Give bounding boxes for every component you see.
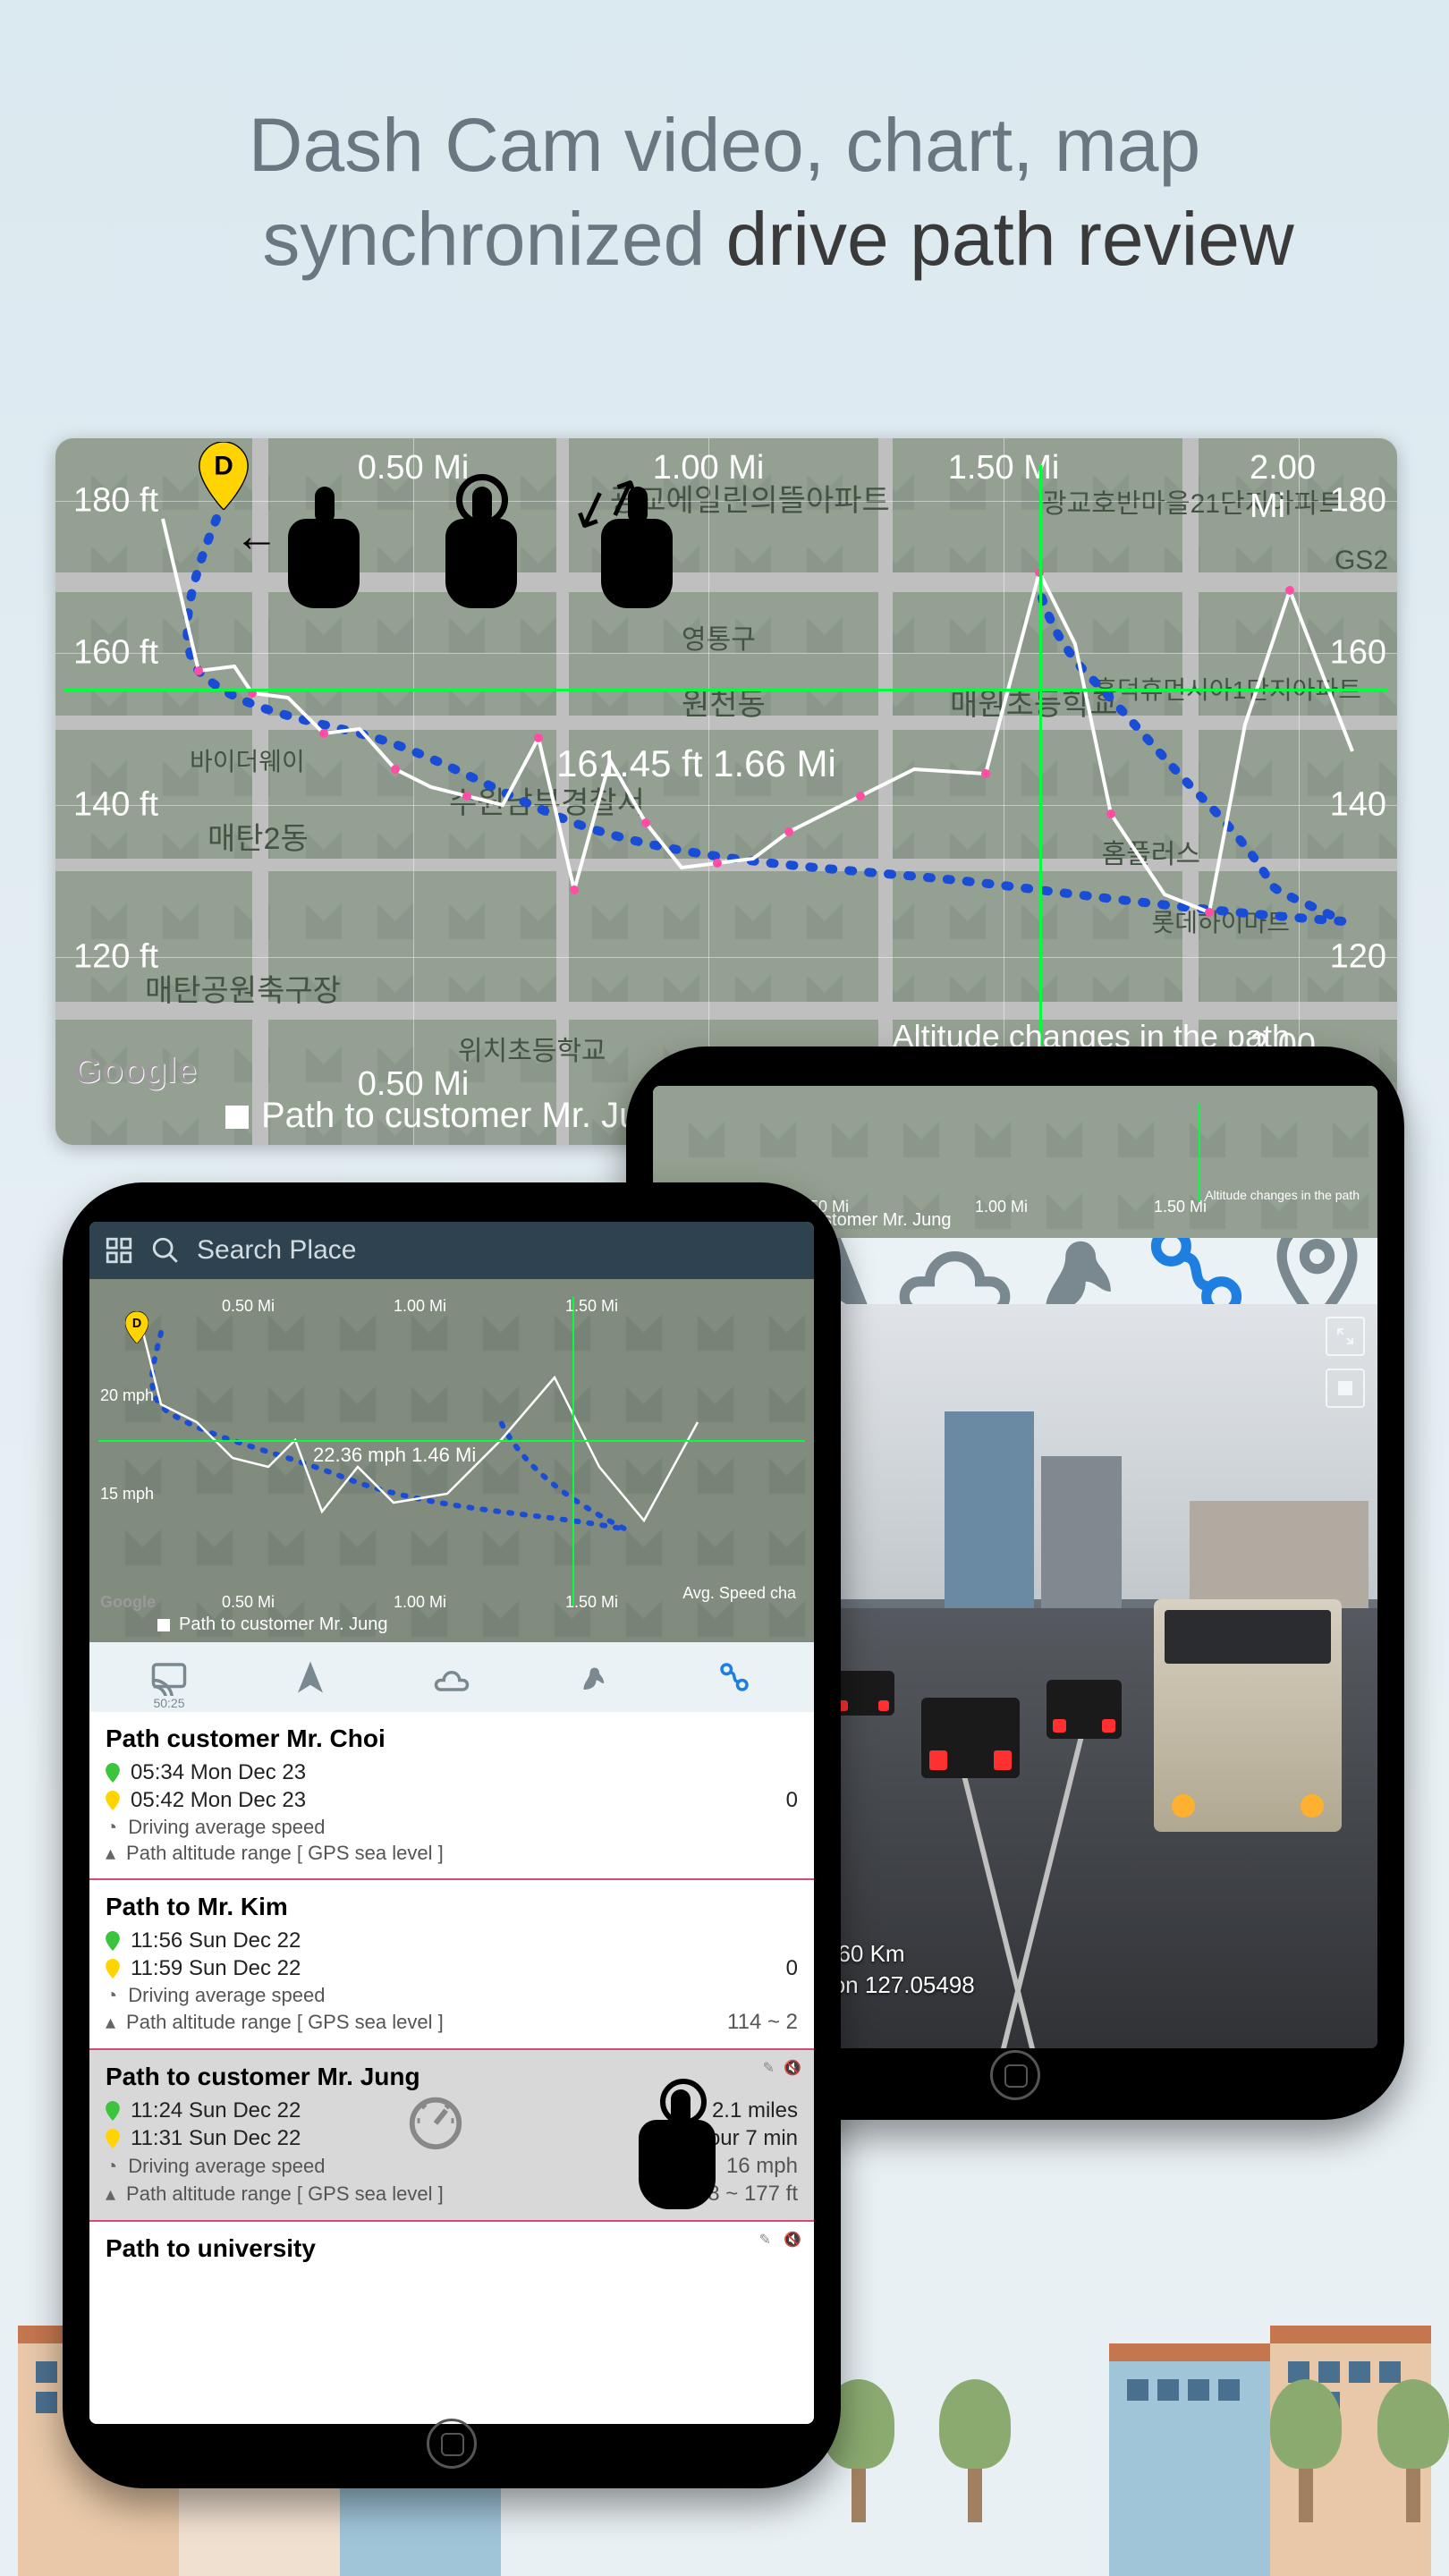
chart-cursor-horizontal[interactable] <box>64 689 1388 691</box>
avg-speed-value: 16 mph <box>726 2154 798 2179</box>
svg-text:D: D <box>214 452 233 481</box>
edit-icon[interactable]: ✎ <box>759 2231 771 2249</box>
gesture-tap-icon <box>639 2079 716 2209</box>
altitude-chart-panel[interactable]: 광교에일린의뜰아파트 광교호반마을21단지아파트 원천동 매원초등학교 수원남부… <box>55 438 1397 1145</box>
gesture-pan-icon: ← → <box>288 519 360 608</box>
google-logo: Google <box>73 1051 197 1091</box>
alt-range-value: 114 ~ 2 <box>727 2010 798 2035</box>
search-input[interactable]: Search Place <box>197 1235 356 1266</box>
path-start-time: 11:24 Sun Dec 22 <box>131 2098 301 2123</box>
navigation-icon[interactable] <box>292 1658 329 1696</box>
home-button[interactable] <box>990 2050 1040 2100</box>
path-start-time: 11:56 Sun Dec 22 <box>131 1928 301 1953</box>
path-duration-stub: 0 <box>786 1788 798 1813</box>
speedometer-icon: ◔ <box>106 1984 117 2007</box>
path-title: Path to university <box>106 2234 798 2263</box>
search-icon[interactable] <box>150 1235 181 1266</box>
mini-cursor-label: 22.36 mph 1.46 Mi <box>313 1444 476 1467</box>
edit-icon[interactable]: ✎ <box>763 2059 775 2077</box>
gesture-tap-icon <box>445 519 517 608</box>
cursor-v[interactable] <box>572 1297 574 1606</box>
pin-start-icon <box>106 2101 120 2121</box>
y-tick: 15 mph <box>100 1485 154 1504</box>
speedometer-icon: ◔ <box>106 2155 117 2178</box>
x-tick: 1.00 Mi <box>394 1593 446 1612</box>
pin-destination-icon: D <box>125 1311 148 1343</box>
alt-range-label: Path altitude range [ GPS sea level ] <box>126 2182 444 2206</box>
headline-line2-pre: synchronized <box>262 197 725 281</box>
video-expand-icon[interactable] <box>1326 1317 1365 1356</box>
home-button[interactable] <box>427 2419 477 2469</box>
toolbar: 50:25 <box>89 1642 814 1712</box>
mini-note: Altitude changes in the path <box>1205 1188 1360 1202</box>
path-item[interactable]: Path customer Mr. Choi 05:34 Mon Dec 23 … <box>89 1712 814 1880</box>
avg-speed-label: Driving average speed <box>128 1984 325 2007</box>
path-list[interactable]: Path customer Mr. Choi 05:34 Mon Dec 23 … <box>89 1712 814 2281</box>
app-grid-icon[interactable] <box>104 1235 134 1266</box>
mini-chart-note: Avg. Speed cha <box>682 1584 796 1603</box>
chart-path-title: Path to customer Mr. Jung <box>261 1096 679 1136</box>
altitude-icon: ▴ <box>106 2011 115 2034</box>
alt-range-label: Path altitude range [ GPS sea level ] <box>126 1842 444 1865</box>
svg-text:D: D <box>132 1317 141 1331</box>
pin-destination-icon <box>106 1791 120 1810</box>
mute-icon[interactable]: 🔇 <box>784 2059 801 2077</box>
path-checkbox[interactable] <box>225 1106 249 1129</box>
x-tick: 1.50 Mi <box>565 1297 618 1316</box>
speedometer-big-icon <box>404 2089 467 2152</box>
gesture-zoom-icon: ↙ ↗ <box>601 519 673 608</box>
path-title: Path to Mr. Kim <box>106 1893 798 1921</box>
path-title: Path customer Mr. Choi <box>106 1724 798 1753</box>
chart-cursor-vertical[interactable] <box>1039 465 1042 1091</box>
headline-line1: Dash Cam video, chart, map <box>54 98 1395 192</box>
cast-time: 50:25 <box>153 1696 184 1710</box>
path-item[interactable]: ✎ 🔇 Path to university <box>89 2222 814 2281</box>
altitude-icon: ▴ <box>106 2182 115 2206</box>
pin-destination-icon <box>106 2129 120 2148</box>
path-start-time: 05:34 Mon Dec 23 <box>131 1760 306 1785</box>
avg-speed-label: Driving average speed <box>128 1816 325 1839</box>
cursor-h[interactable] <box>98 1440 805 1442</box>
chart-cursor-label: 161.45 ft 1.66 Mi <box>556 742 836 785</box>
pin-start-icon <box>106 1931 120 1951</box>
path-distance: 2.1 miles <box>712 2098 798 2123</box>
cast-icon[interactable]: 50:25 <box>150 1658 188 1696</box>
x-tick: 1.00 Mi <box>394 1297 446 1316</box>
path-duration-stub: 0 <box>786 1956 798 1981</box>
cursor-v[interactable] <box>1199 1104 1200 1202</box>
speedometer-icon: ◔ <box>106 1816 117 1839</box>
x-tick: 1.50 Mi <box>565 1593 618 1612</box>
path-end-time: 05:42 Mon Dec 23 <box>131 1788 306 1813</box>
mute-icon[interactable]: 🔇 <box>784 2231 801 2249</box>
path-item-selected[interactable]: ✎ 🔇 Path to customer Mr. Jung 11:24 Sun … <box>89 2050 814 2222</box>
route-pin-icon[interactable] <box>716 1658 753 1696</box>
path-end-time: 11:31 Sun Dec 22 <box>131 2126 301 2151</box>
headline: Dash Cam video, chart, map synchronized … <box>0 98 1449 286</box>
y-tick: 20 mph <box>100 1386 154 1405</box>
pin-start-icon <box>106 1763 120 1783</box>
alt-range-label: Path altitude range [ GPS sea level ] <box>126 2011 444 2034</box>
squirrel-icon[interactable] <box>574 1658 612 1696</box>
altitude-icon: ▴ <box>106 1842 115 1865</box>
path-end-time: 11:59 Sun Dec 22 <box>131 1956 301 1981</box>
mini-path-title: Path to customer Mr. Jung <box>179 1614 387 1635</box>
path-item[interactable]: Path to Mr. Kim 11:56 Sun Dec 22 11:59 S… <box>89 1880 814 2050</box>
mini-speed-chart[interactable]: 0.50 Mi 1.00 Mi 1.50 Mi 0.50 Mi 1.00 Mi … <box>89 1279 814 1642</box>
path-checkbox[interactable] <box>157 1619 170 1631</box>
pin-destination-icon <box>106 1959 120 1979</box>
video-fullscreen-icon[interactable] <box>1326 1368 1365 1408</box>
weather-icon[interactable] <box>433 1658 470 1696</box>
x-tick: 1.00 Mi <box>975 1198 1028 1216</box>
x-tick: 0.50 Mi <box>222 1593 275 1612</box>
pin-destination-icon: D <box>199 442 249 510</box>
app-top-bar: Search Place <box>89 1222 814 1279</box>
phone-frame-list: Search Place 0.50 Mi 1.00 Mi 1.50 Mi 0.5… <box>63 1182 841 2488</box>
google-logo: Google <box>100 1593 156 1612</box>
avg-speed-label: Driving average speed <box>128 2155 325 2178</box>
headline-line2-strong: drive path review <box>726 197 1294 281</box>
x-tick: 0.50 Mi <box>222 1297 275 1316</box>
